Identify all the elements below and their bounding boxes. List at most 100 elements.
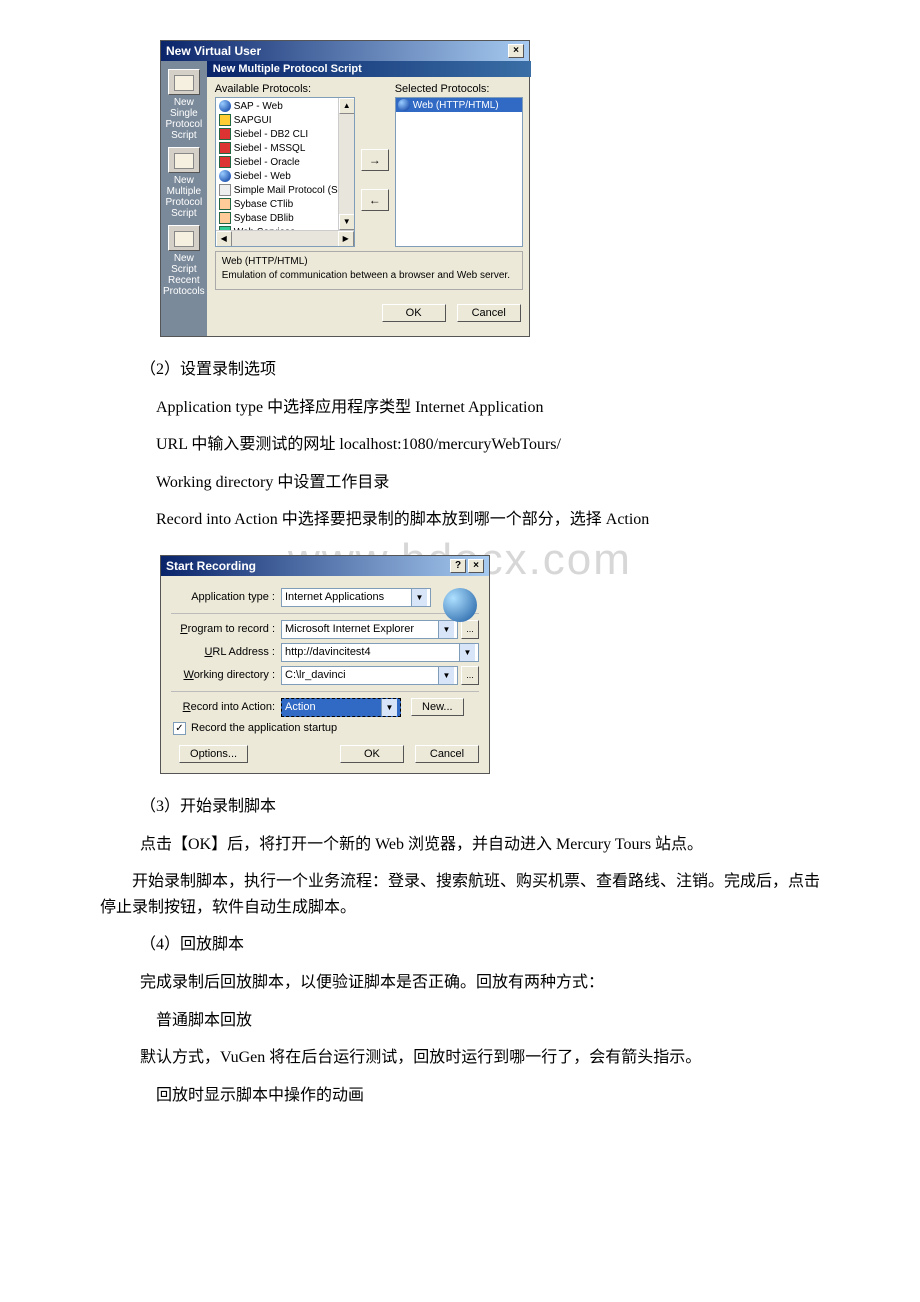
protocol-label: Sybase CTlib [234, 199, 293, 210]
sr-titlebar: Start Recording ? × [161, 556, 489, 576]
globe-icon [398, 99, 410, 111]
browse-button[interactable]: ... [461, 620, 479, 639]
scroll-down-icon[interactable]: ▼ [339, 214, 355, 230]
url-address-input[interactable]: http://davincitest4 ▼ [281, 643, 479, 662]
chevron-down-icon[interactable]: ▼ [459, 644, 475, 661]
record-startup-label: Record the application startup [191, 722, 337, 734]
script-icon [168, 69, 200, 95]
protocol-label: Siebel - Web [234, 171, 291, 182]
paragraph: （2）设置录制选项 [140, 357, 820, 383]
protocol-description: Web (HTTP/HTML) Emulation of communicati… [215, 251, 523, 290]
paragraph: 点击【OK】后，将打开一个新的 Web 浏览器，并自动进入 Mercury To… [140, 832, 820, 858]
list-item[interactable]: SAPGUI [217, 113, 353, 127]
paragraph: 普通脚本回放 [140, 1008, 820, 1034]
globe-icon [443, 588, 477, 622]
globe-icon [219, 100, 231, 112]
ok-button[interactable]: OK [382, 304, 446, 322]
scrollbar-vertical[interactable]: ▲ ▼ [338, 98, 354, 230]
protocol-label: Siebel - Oracle [234, 157, 300, 168]
start-recording-dialog: Start Recording ? × Application type : I… [160, 555, 490, 774]
globe-icon [219, 170, 231, 182]
paragraph: 默认方式，VuGen 将在后台运行测试，回放时运行到哪一行了，会有箭头指示。 [140, 1045, 820, 1071]
sr-title: Start Recording [166, 559, 256, 573]
list-item[interactable]: SAP - Web [217, 99, 353, 113]
selected-protocols-label: Selected Protocols: [395, 83, 523, 95]
available-protocols-list[interactable]: SAP - Web SAPGUI Siebel - DB2 CLI Siebel - … [215, 97, 355, 247]
application-type-label: Application type : [171, 591, 281, 603]
scroll-up-icon[interactable]: ▲ [339, 98, 355, 114]
record-into-action-select[interactable]: Action ▼ [281, 698, 401, 717]
protocol-label: Sybase DBlib [234, 213, 294, 224]
application-type-select[interactable]: Internet Applications ▼ [281, 588, 431, 607]
desc-body: Emulation of communication between a bro… [222, 270, 516, 281]
list-item[interactable]: Sybase DBlib [217, 211, 353, 225]
new-virtual-user-dialog: New Virtual User × New Single Protocol S… [160, 40, 530, 337]
chevron-down-icon[interactable]: ▼ [411, 589, 427, 606]
script-icon [168, 225, 200, 251]
scroll-left-icon[interactable]: ◀ [216, 231, 232, 247]
ok-button[interactable]: OK [340, 745, 404, 763]
add-protocol-button[interactable]: → [361, 149, 389, 171]
mail-icon [219, 184, 231, 196]
record-startup-checkbox[interactable]: ✓ [173, 722, 186, 735]
script-icon [168, 147, 200, 173]
paragraph: 开始录制脚本，执行一个业务流程：登录、搜索航班、购买机票、查看路线、注销。完成后… [100, 869, 820, 920]
program-to-record-select[interactable]: Microsoft Internet Explorer ▼ [281, 620, 458, 639]
list-item[interactable]: Siebel - MSSQL [217, 141, 353, 155]
scrollbar-horizontal[interactable]: ◀ ▶ [216, 230, 354, 246]
options-button[interactable]: Options... [179, 745, 248, 763]
new-action-button[interactable]: New... [411, 698, 464, 716]
sb-icon [219, 128, 231, 140]
program-to-record-label: Program to record : [171, 623, 281, 635]
close-icon[interactable]: × [508, 44, 524, 58]
remove-protocol-button[interactable]: ← [361, 189, 389, 211]
list-item[interactable]: Siebel - Oracle [217, 155, 353, 169]
protocol-label: SAP - Web [234, 101, 283, 112]
close-icon[interactable]: × [468, 559, 484, 573]
protocol-label: SAPGUI [234, 115, 272, 126]
working-directory-label: Working directory : [171, 669, 281, 681]
help-icon[interactable]: ? [450, 559, 466, 573]
nvu-section-header: New Multiple Protocol Script [207, 61, 531, 77]
nvu-title: New Virtual User [166, 44, 261, 58]
db-icon [219, 212, 231, 224]
paragraph: URL 中输入要测试的网址 localhost:1080/mercuryWebT… [140, 432, 820, 458]
selected-protocols-list[interactable]: Web (HTTP/HTML) [395, 97, 523, 247]
chevron-down-icon[interactable]: ▼ [381, 699, 397, 716]
browse-button[interactable]: ... [461, 666, 479, 685]
sb-icon [219, 142, 231, 154]
list-item[interactable]: Web (HTTP/HTML) [396, 98, 522, 112]
protocol-label: Web (HTTP/HTML) [413, 100, 499, 111]
paragraph: 回放时显示脚本中操作的动画 [140, 1083, 820, 1109]
paragraph: （4）回放脚本 [140, 932, 820, 958]
sidebar-item-label: New Script Recent Protocols [163, 253, 205, 297]
sidebar-item-single[interactable]: New Single Protocol Script [163, 69, 205, 141]
nvu-sidebar: New Single Protocol Script New Multiple … [161, 61, 207, 336]
protocol-label: Siebel - DB2 CLI [234, 129, 308, 140]
cancel-button[interactable]: Cancel [457, 304, 521, 322]
paragraph: Application type 中选择应用程序类型 Internet Appl… [140, 395, 820, 421]
protocol-label: Siebel - MSSQL [234, 143, 306, 154]
list-item[interactable]: Sybase CTlib [217, 197, 353, 211]
list-item[interactable]: Siebel - Web [217, 169, 353, 183]
list-item[interactable]: Simple Mail Protocol (SMTP) [217, 183, 353, 197]
sb-icon [219, 156, 231, 168]
working-directory-input[interactable]: C:\lr_davinci ▼ [281, 666, 458, 685]
sap-icon [219, 114, 231, 126]
protocol-label: Simple Mail Protocol (SMTP) [234, 185, 355, 196]
available-protocols-label: Available Protocols: [215, 83, 355, 95]
scroll-right-icon[interactable]: ▶ [338, 231, 354, 247]
sidebar-item-multiple[interactable]: New Multiple Protocol Script [163, 147, 205, 219]
chevron-down-icon[interactable]: ▼ [438, 667, 454, 684]
sidebar-item-label: New Single Protocol Script [163, 97, 205, 141]
url-address-label: URL Address : [171, 646, 281, 658]
chevron-down-icon[interactable]: ▼ [438, 621, 454, 638]
list-item[interactable]: Siebel - DB2 CLI [217, 127, 353, 141]
desc-title: Web (HTTP/HTML) [222, 256, 516, 267]
sidebar-item-recent[interactable]: New Script Recent Protocols [163, 225, 205, 297]
nvu-titlebar: New Virtual User × [161, 41, 529, 61]
record-into-action-label: Record into Action: [171, 701, 281, 713]
paragraph: Working directory 中设置工作目录 [140, 470, 820, 496]
cancel-button[interactable]: Cancel [415, 745, 479, 763]
sidebar-item-label: New Multiple Protocol Script [163, 175, 205, 219]
